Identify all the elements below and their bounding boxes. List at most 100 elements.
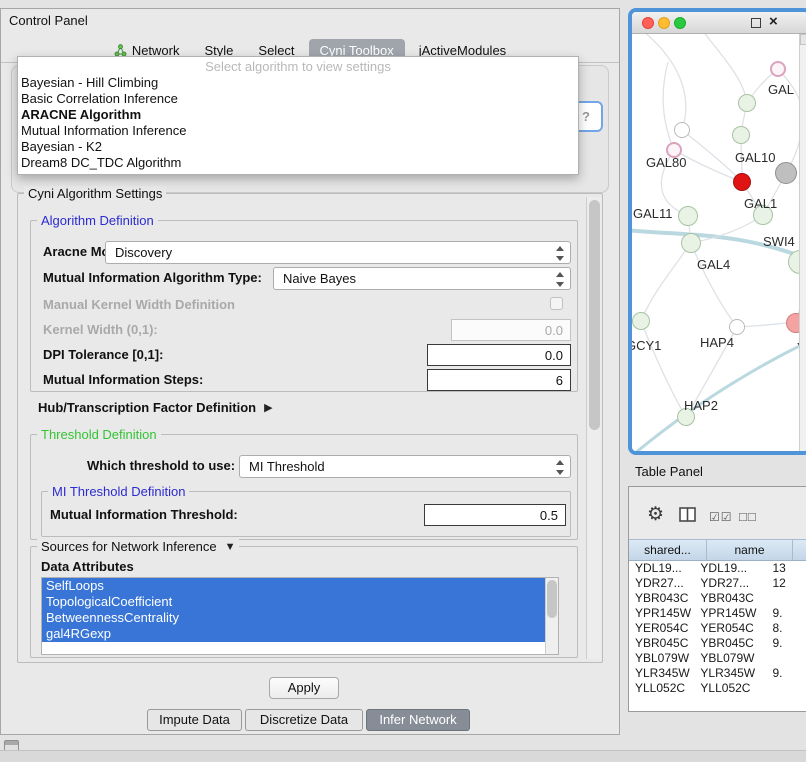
- algorithm-option-bayesian-hill-climbing[interactable]: Bayesian - Hill Climbing: [18, 75, 578, 91]
- cell-shared-name: YDR27...: [629, 576, 694, 591]
- attribute-item-selfloops[interactable]: SelfLoops: [42, 578, 545, 594]
- which-threshold-select[interactable]: MI Threshold: [239, 455, 571, 478]
- network-node[interactable]: [681, 233, 701, 253]
- settings-scrollbar-thumb[interactable]: [589, 200, 600, 430]
- combo-stepper-icon: [555, 246, 565, 261]
- tab-discretize-data[interactable]: Discretize Data: [245, 709, 363, 731]
- bottom-strip: [0, 750, 806, 762]
- attribute-list-scrollbar[interactable]: [545, 578, 558, 654]
- network-node[interactable]: [770, 61, 786, 77]
- gear-icon[interactable]: ⚙: [647, 503, 664, 526]
- table-body: YDL19... YDL19... 13 YDR27... YDR27... 1…: [629, 561, 806, 711]
- aracne-mode-value: Discovery: [115, 245, 172, 260]
- scroll-up-icon[interactable]: [800, 34, 806, 45]
- sources-title-label: Sources for Network Inference: [41, 539, 217, 554]
- table-row[interactable]: YER054C YER054C 8.: [629, 621, 806, 636]
- cell-value: 12: [766, 576, 806, 591]
- kernel-width-input[interactable]: [451, 319, 571, 341]
- combo-stepper-icon: [555, 460, 565, 475]
- node-label-gal4: GAL4: [697, 257, 730, 272]
- network-node[interactable]: [674, 122, 690, 138]
- cell-name: YPR145W: [694, 606, 766, 621]
- node-label-gal: GAL: [768, 82, 794, 97]
- apply-button[interactable]: Apply: [269, 677, 339, 699]
- hub-definition-expander[interactable]: Hub/Transcription Factor Definition ▶: [38, 400, 273, 415]
- mi-steps-label: Mutual Information Steps:: [43, 372, 203, 387]
- float-window-icon[interactable]: [751, 18, 761, 28]
- table-row[interactable]: YBR043C YBR043C: [629, 591, 806, 606]
- network-node[interactable]: [678, 206, 698, 226]
- node-label-hap2: HAP2: [684, 398, 718, 413]
- settings-group-title: Cyni Algorithm Settings: [24, 186, 166, 201]
- network-node[interactable]: [729, 319, 745, 335]
- cell-shared-name: YBR045C: [629, 636, 694, 651]
- deselect-columns-icon[interactable]: □□: [739, 509, 757, 524]
- manual-kernel-checkbox[interactable]: [550, 297, 563, 310]
- traffic-light-close-icon[interactable]: [642, 17, 654, 29]
- column-header-name[interactable]: name: [707, 539, 793, 561]
- cell-shared-name: YBL079W: [629, 651, 694, 666]
- cell-name: YDL19...: [694, 561, 766, 576]
- mi-threshold-group-title: MI Threshold Definition: [48, 484, 189, 499]
- algorithm-dropdown-list: Select algorithm to view settings Bayesi…: [17, 56, 579, 175]
- sources-group: Sources for Network Inference ▼ Data Att…: [30, 546, 578, 658]
- close-window-icon[interactable]: ×: [769, 13, 778, 30]
- traffic-light-zoom-icon[interactable]: [674, 17, 686, 29]
- traffic-light-minimize-icon[interactable]: [658, 17, 670, 29]
- mi-threshold-label: Mutual Information Threshold:: [50, 507, 238, 522]
- cell-value: [766, 591, 806, 606]
- table-row[interactable]: YLR345W YLR345W 9.: [629, 666, 806, 681]
- table-panel-title: Table Panel: [635, 464, 703, 479]
- network-canvas[interactable]: GAL GAL80 GAL10 GAL11 GAL1 SWI4 GAL4 GCY…: [632, 34, 806, 451]
- table-row[interactable]: YDL19... YDL19... 13: [629, 561, 806, 576]
- table-row[interactable]: YLL052C YLL052C: [629, 681, 806, 696]
- algorithm-option-mutual-information[interactable]: Mutual Information Inference: [18, 123, 578, 139]
- which-threshold-value: MI Threshold: [249, 459, 325, 474]
- threshold-definition-group: Threshold Definition Which threshold to …: [30, 434, 578, 540]
- network-node[interactable]: [775, 162, 797, 184]
- control-panel-window: Control Panel Network Style Select Cyni …: [0, 8, 620, 735]
- algorithm-option-aracne[interactable]: ARACNE Algorithm: [18, 107, 578, 123]
- network-node[interactable]: [738, 94, 756, 112]
- column-header-shared-name[interactable]: shared...: [629, 539, 707, 561]
- dropdown-placeholder: Select algorithm to view settings: [18, 58, 578, 75]
- columns-icon[interactable]: [679, 507, 696, 522]
- table-row[interactable]: YPR145W YPR145W 9.: [629, 606, 806, 621]
- tab-infer-network[interactable]: Infer Network: [366, 709, 470, 731]
- combo-stepper-icon: [555, 272, 565, 287]
- table-row[interactable]: YBL079W YBL079W: [629, 651, 806, 666]
- network-scrollbar[interactable]: [799, 34, 806, 451]
- data-attributes-list: SelfLoops TopologicalCoefficient Between…: [41, 577, 559, 655]
- algorithm-option-bayesian-k2[interactable]: Bayesian - K2: [18, 139, 578, 155]
- dpi-tolerance-input[interactable]: [427, 344, 571, 366]
- node-label-swi4: SWI4: [763, 234, 795, 249]
- algorithm-option-basic-correlation[interactable]: Basic Correlation Inference: [18, 91, 578, 107]
- cell-value: 8.: [766, 621, 806, 636]
- network-node[interactable]: [632, 312, 650, 330]
- attribute-item-topologicalcoefficient[interactable]: TopologicalCoefficient: [42, 594, 545, 610]
- table-row[interactable]: YDR27... YDR27... 12: [629, 576, 806, 591]
- network-window-titlebar[interactable]: ×: [632, 12, 806, 34]
- aracne-mode-select[interactable]: Discovery: [105, 241, 571, 264]
- column-header-partial[interactable]: [793, 539, 806, 561]
- cell-shared-name: YER054C: [629, 621, 694, 636]
- settings-scrollbar[interactable]: [586, 197, 601, 659]
- mi-steps-input[interactable]: [427, 369, 571, 391]
- node-label-gal10: GAL10: [735, 150, 775, 165]
- mi-type-select[interactable]: Naive Bayes: [273, 267, 571, 290]
- attribute-list-scrollbar-thumb[interactable]: [547, 580, 557, 618]
- algorithm-definition-title: Algorithm Definition: [37, 213, 158, 228]
- network-node[interactable]: [733, 173, 751, 191]
- select-columns-icon[interactable]: ☑☑: [709, 510, 733, 524]
- node-label-gcy1: GCY1: [632, 338, 661, 353]
- table-row[interactable]: YBR045C YBR045C 9.: [629, 636, 806, 651]
- tab-impute-data[interactable]: Impute Data: [147, 709, 242, 731]
- attribute-item-gal4rgexp[interactable]: gal4RGexp: [42, 626, 545, 642]
- attribute-item-betweennesscentrality[interactable]: BetweennessCentrality: [42, 610, 545, 626]
- table-header: shared... name: [629, 539, 806, 561]
- expanded-arrow-icon[interactable]: ▼: [225, 541, 236, 553]
- sources-group-title: Sources for Network Inference ▼: [37, 539, 239, 554]
- network-node[interactable]: [732, 126, 750, 144]
- algorithm-option-dream8[interactable]: Dream8 DC_TDC Algorithm: [18, 155, 578, 171]
- mi-threshold-input[interactable]: [424, 504, 566, 526]
